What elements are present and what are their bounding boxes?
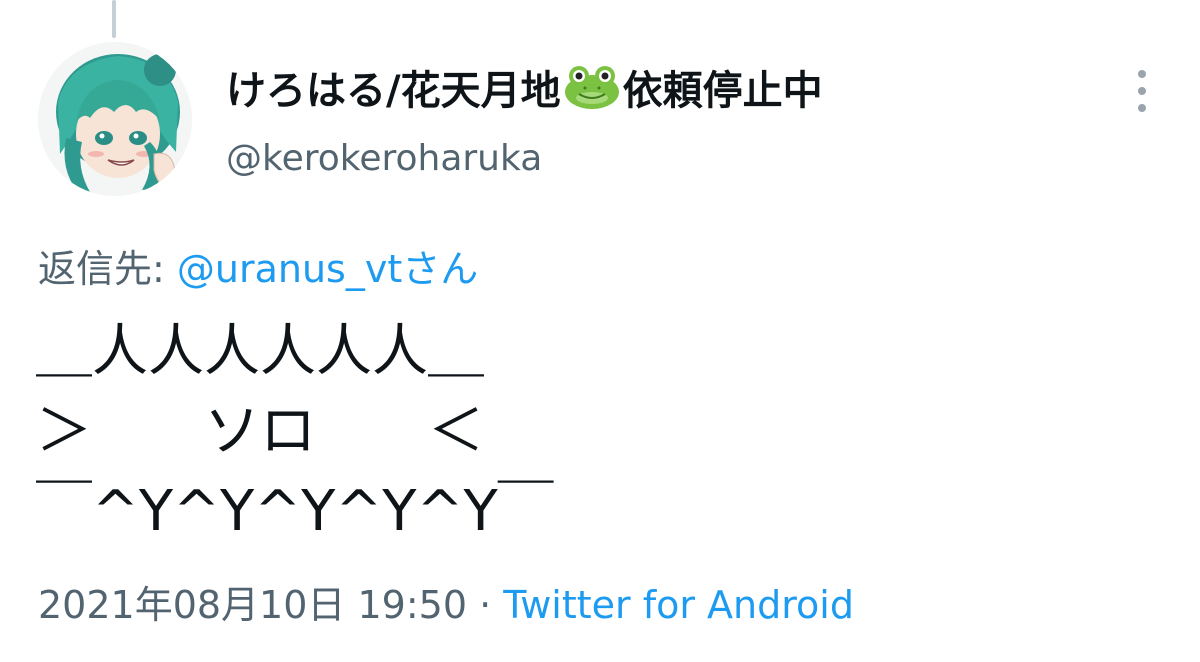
display-name-text: けろはる/花天月地 [226, 68, 561, 114]
tweet-text: ＿人人人人人人＿ ＞ ソロ ＜ ￣^Y^Y^Y^Y^Y￣ [36, 319, 554, 544]
meta-separator: · [467, 583, 504, 627]
thread-connector-line [112, 0, 116, 38]
tweet-timestamp[interactable]: 2021年08月10日 19:50 [38, 583, 467, 627]
more-vertical-icon-dot-3 [1138, 104, 1146, 112]
more-options-button[interactable] [1122, 66, 1162, 116]
frog-face-emoji-icon [563, 64, 621, 110]
user-handle[interactable]: @kerokeroharuka [226, 138, 542, 179]
display-name[interactable]: けろはる/花天月地 依頼停止中 [226, 58, 823, 116]
reply-mention-link[interactable]: @uranus_vtさん [177, 247, 478, 291]
reply-to-label: 返信先: [38, 247, 177, 291]
user-avatar[interactable] [38, 42, 192, 196]
tweet-source-link[interactable]: Twitter for Android [503, 583, 854, 627]
more-vertical-icon-dot-2 [1138, 87, 1146, 95]
display-name-suffix: 依頼停止中 [622, 68, 823, 114]
tweet-meta: 2021年08月10日 19:50 · Twitter for Android [38, 574, 854, 629]
more-vertical-icon [1138, 70, 1146, 78]
reply-to-line: 返信先: @uranus_vtさん [38, 238, 478, 293]
